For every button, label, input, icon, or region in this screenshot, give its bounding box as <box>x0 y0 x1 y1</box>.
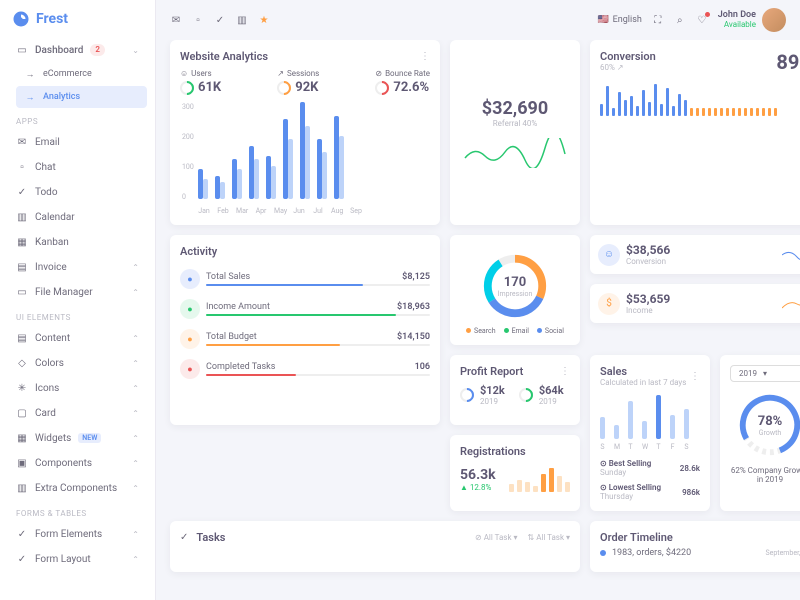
sidebar-item-kanban[interactable]: ▦Kanban <box>8 230 147 254</box>
check-icon: ✓ <box>180 532 188 543</box>
sidebar-item-components[interactable]: ▣Components⌃ <box>8 451 147 475</box>
card-registrations: Registrations 56.3k▲ 12.8% <box>450 435 580 511</box>
card-tasks: ✓Tasks ⊘ All Task ▾⇅ All Task ▾ <box>170 521 580 572</box>
card-website-analytics: Website Analytics⋮ ☺Users61K↗Sessions92K… <box>170 40 440 225</box>
section-apps: Apps <box>8 109 147 130</box>
topbar: ✉ ▫ ✓ ▥ ★ 🇺🇸English ⛶ ⌕ ♡ John DoeAvaila… <box>156 0 800 40</box>
card-impression: 170Impression SearchEmailSocial <box>450 235 580 345</box>
flag-icon: 🇺🇸 <box>597 15 608 25</box>
sidebar: Frest ▭ Dashboard 2 ⌄ →eCommerce →Analyt… <box>0 0 156 600</box>
card-activity: Activity ●Total Sales$8,125●Income Amoun… <box>170 235 440 425</box>
filter-all-1[interactable]: ⊘ All Task ▾ <box>475 533 518 542</box>
language-selector[interactable]: 🇺🇸English <box>597 15 641 25</box>
sidebar-item-chat[interactable]: ▫Chat <box>8 155 147 179</box>
chat-icon[interactable]: ▫ <box>192 14 204 26</box>
search-icon[interactable]: ⌕ <box>674 14 686 26</box>
section-forms: Forms & Tables <box>8 501 147 522</box>
user-icon: ☺ <box>598 244 620 266</box>
dollar-icon: $ <box>598 293 620 315</box>
sidebar-item-email[interactable]: ✉Email <box>8 130 147 154</box>
more-icon[interactable]: ⋮ <box>690 371 700 382</box>
card-profit: Profit Report⋮ $12k2019 $64k2019 <box>450 355 580 425</box>
mail-icon[interactable]: ✉ <box>170 14 182 26</box>
monitor-icon: ▭ <box>16 44 28 56</box>
card-title: Website Analytics <box>180 50 268 63</box>
sidebar-item-extra-components[interactable]: ▥Extra Components⌃ <box>8 476 147 500</box>
bell-icon[interactable]: ♡ <box>696 14 708 26</box>
card-mini-income: $$53,659Income <box>590 284 800 323</box>
card-referral: $32,690 Referral 40% <box>450 40 580 225</box>
sidebar-item-form-elements[interactable]: ✓Form Elements⌃ <box>8 522 147 546</box>
sidebar-nav: ▭ Dashboard 2 ⌄ →eCommerce →Analytics Ap… <box>0 38 155 600</box>
chevron-down-icon: ▾ <box>763 369 767 378</box>
card-sales: SalesCalculated in last 7 days⋮ SMTWTFS … <box>590 355 710 511</box>
chevron-down-icon: ⌄ <box>132 46 139 55</box>
sidebar-item-icons[interactable]: ✳Icons⌃ <box>8 376 147 400</box>
sidebar-item-invoice[interactable]: ▤Invoice⌃ <box>8 255 147 279</box>
year-select[interactable]: 2019▾ <box>730 365 800 382</box>
sidebar-item-todo[interactable]: ✓Todo <box>8 180 147 204</box>
logo-icon <box>12 10 30 28</box>
more-icon[interactable]: ⋮ <box>560 366 570 377</box>
sidebar-item-calendar[interactable]: ▥Calendar <box>8 205 147 229</box>
card-mini-conversion: ☺$38,566Conversion <box>590 235 800 274</box>
sparkline <box>460 138 570 168</box>
more-icon[interactable]: ⋮ <box>420 51 430 62</box>
brand-text: Frest <box>36 11 68 27</box>
sidebar-item-dashboard[interactable]: ▭ Dashboard 2 ⌄ <box>8 38 147 62</box>
check-icon[interactable]: ✓ <box>214 14 226 26</box>
avatar <box>762 8 786 32</box>
star-icon[interactable]: ★ <box>258 14 270 26</box>
sidebar-item-widgets[interactable]: ▦WidgetsNEW⌃ <box>8 426 147 450</box>
sidebar-item-card[interactable]: ▢Card⌃ <box>8 401 147 425</box>
brand-logo[interactable]: Frest <box>0 0 155 38</box>
card-conversion: Conversion60% ↗ 89k <box>590 40 800 225</box>
sidebar-item-colors[interactable]: ◇Colors⌃ <box>8 351 147 375</box>
sidebar-item-file-manager[interactable]: ▭File Manager⌃ <box>8 280 147 304</box>
sidebar-item-ecommerce[interactable]: →eCommerce <box>16 63 147 85</box>
fullscreen-icon[interactable]: ⛶ <box>652 14 664 26</box>
card-growth: 2019▾ 78%Growth 62% Company Growth in 20… <box>720 355 800 511</box>
filter-all-2[interactable]: ⇅ All Task ▾ <box>528 533 571 542</box>
user-menu[interactable]: John DoeAvailable <box>718 8 786 32</box>
card-orders: Order Timeline 1983, orders, $4220Septem… <box>590 521 800 572</box>
section-ui: UI Elements <box>8 305 147 326</box>
calendar-icon[interactable]: ▥ <box>236 14 248 26</box>
sidebar-item-content[interactable]: ▤Content⌃ <box>8 326 147 350</box>
sidebar-item-form-layout[interactable]: ✓Form Layout⌃ <box>8 547 147 571</box>
sidebar-item-analytics[interactable]: →Analytics <box>16 86 147 108</box>
dashboard-badge: 2 <box>90 44 105 56</box>
